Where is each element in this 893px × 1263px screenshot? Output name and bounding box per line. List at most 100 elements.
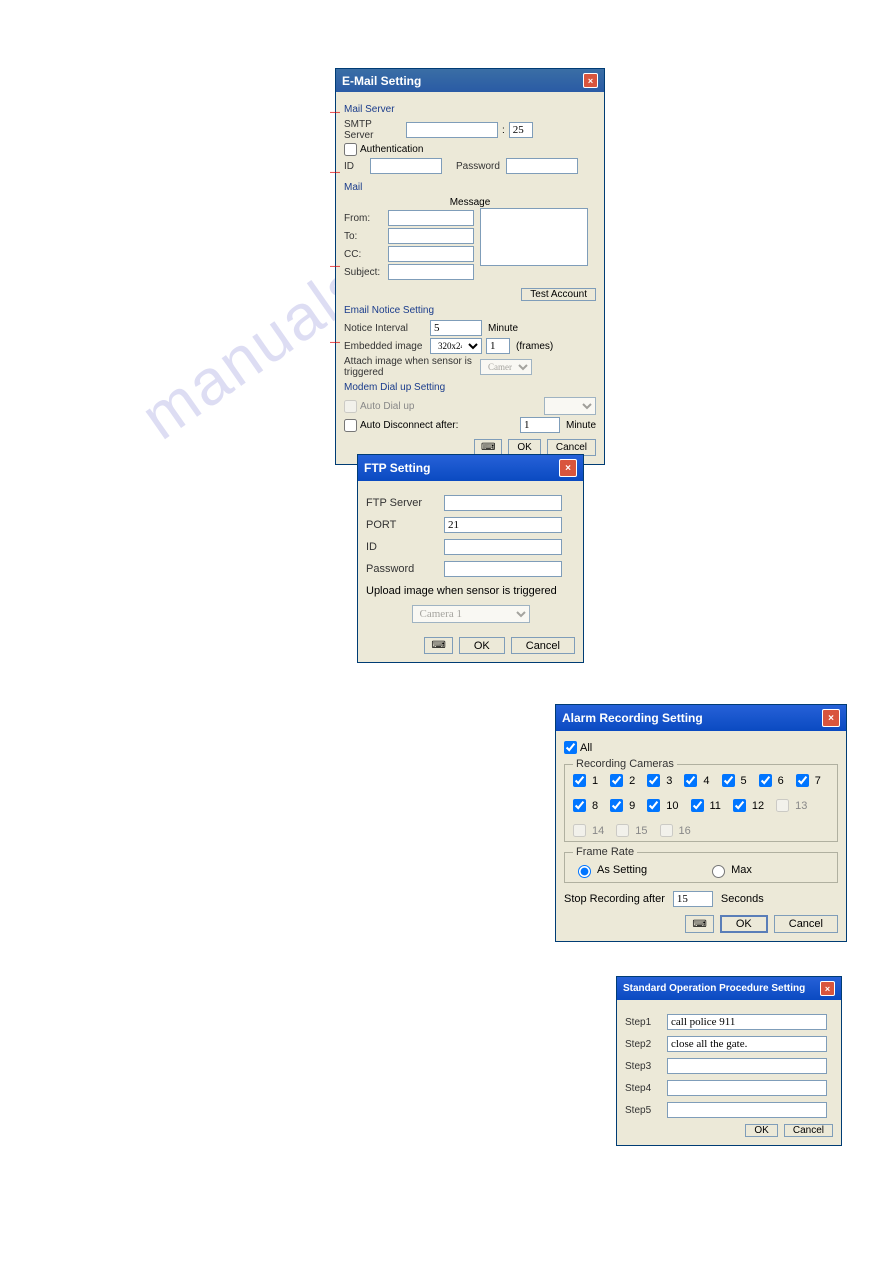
window-title: Standard Operation Procedure Setting [623, 983, 805, 994]
cam-2-checkbox[interactable] [610, 774, 623, 787]
step4-input[interactable] [667, 1080, 827, 1096]
to-label: To: [344, 231, 382, 242]
id-input[interactable] [370, 158, 442, 174]
titlebar: E-Mail Setting × [336, 69, 604, 92]
cancel-button[interactable]: Cancel [774, 915, 838, 933]
cam-9-checkbox[interactable] [610, 799, 623, 812]
cam-label: 2 [629, 775, 635, 787]
cam-label: 10 [666, 800, 678, 812]
step4-label: Step4 [625, 1083, 661, 1094]
step5-input[interactable] [667, 1102, 827, 1118]
cam-label: 16 [679, 825, 691, 837]
cam-5-checkbox[interactable] [722, 774, 735, 787]
embedded-image-select[interactable]: 320x240 [430, 338, 482, 354]
notice-interval-input[interactable] [430, 320, 482, 336]
cam-label: 4 [703, 775, 709, 787]
attach-image-label: Attach image when sensor is triggered [344, 356, 474, 378]
auth-checkbox[interactable] [344, 143, 357, 156]
cam-6-checkbox[interactable] [759, 774, 772, 787]
id-label: ID [366, 541, 438, 553]
auto-disc-label: Auto Disconnect after: [360, 420, 458, 431]
as-setting-radio[interactable] [578, 865, 591, 878]
upload-label: Upload image when sensor is triggered [366, 585, 575, 597]
close-icon[interactable]: × [583, 73, 598, 88]
password-label: Password [366, 563, 438, 575]
smtp-server-input[interactable] [406, 122, 498, 138]
cam-label: 15 [635, 825, 647, 837]
step5-label: Step5 [625, 1105, 661, 1116]
cam-label: 5 [741, 775, 747, 787]
cancel-button[interactable]: Cancel [784, 1124, 833, 1137]
from-input[interactable] [388, 210, 474, 226]
cam-label: 13 [795, 800, 807, 812]
cam-label: 14 [592, 825, 604, 837]
cam-label: 3 [666, 775, 672, 787]
all-checkbox[interactable] [564, 741, 577, 754]
cc-label: CC: [344, 249, 382, 260]
stop-recording-label: Stop Recording after [564, 893, 665, 905]
step2-label: Step2 [625, 1039, 661, 1050]
password-label: Password [456, 161, 500, 172]
from-label: From: [344, 213, 382, 224]
titlebar: FTP Setting × [358, 455, 583, 481]
cam-10-checkbox[interactable] [647, 799, 660, 812]
ok-button[interactable]: OK [745, 1124, 777, 1137]
titlebar: Alarm Recording Setting × [556, 705, 846, 731]
minute-label: Minute [488, 323, 518, 334]
alarm-recording-window: Alarm Recording Setting × All Recording … [555, 704, 847, 942]
frame-rate-group: Frame Rate As Setting Max [564, 846, 838, 883]
step1-input[interactable] [667, 1014, 827, 1030]
port-input[interactable] [444, 517, 562, 533]
recording-cameras-group: Recording Cameras 1 2 3 4 5 6 7 8 9 10 1… [564, 758, 838, 842]
ok-button[interactable]: OK [459, 637, 505, 654]
auto-dial-label: Auto Dial up [360, 401, 414, 412]
cam-11-checkbox[interactable] [691, 799, 704, 812]
close-icon[interactable]: × [822, 709, 840, 727]
cancel-button[interactable]: Cancel [511, 637, 575, 654]
cam-4-checkbox[interactable] [684, 774, 697, 787]
auto-disc-input[interactable] [520, 417, 560, 433]
password-input[interactable] [506, 158, 578, 174]
step2-input[interactable] [667, 1036, 827, 1052]
mail-server-heading: Mail Server [344, 104, 596, 115]
cam-1-checkbox[interactable] [573, 774, 586, 787]
frames-input[interactable] [486, 338, 510, 354]
close-icon[interactable]: × [820, 981, 835, 996]
camera-select: Camera 1 [412, 605, 530, 623]
keyboard-icon-button[interactable]: ⌨ [424, 637, 452, 654]
password-input[interactable] [444, 561, 562, 577]
smtp-server-label: SMTP Server [344, 119, 400, 141]
id-input[interactable] [444, 539, 562, 555]
frames-label: (frames) [516, 341, 553, 352]
cam-label: 11 [710, 800, 721, 812]
cam-16-checkbox [660, 824, 673, 837]
message-textarea[interactable] [480, 208, 588, 266]
message-label: Message [344, 197, 596, 208]
cc-input[interactable] [388, 246, 474, 262]
cam-7-checkbox[interactable] [796, 774, 809, 787]
subject-input[interactable] [388, 264, 474, 280]
smtp-port-input[interactable] [509, 122, 533, 138]
stop-recording-input[interactable] [673, 891, 713, 907]
window-title: E-Mail Setting [342, 74, 421, 88]
cam-3-checkbox[interactable] [647, 774, 660, 787]
cam-label: 7 [815, 775, 821, 787]
dial-select [544, 397, 596, 415]
cam-12-checkbox[interactable] [733, 799, 746, 812]
step3-label: Step3 [625, 1061, 661, 1072]
auth-label: Authentication [360, 144, 423, 155]
mail-heading: Mail [344, 182, 596, 193]
test-account-button[interactable]: Test Account [521, 288, 596, 301]
frame-rate-legend: Frame Rate [573, 846, 637, 858]
keyboard-icon-button[interactable]: ⌨ [685, 915, 713, 933]
auto-disc-checkbox[interactable] [344, 419, 357, 432]
ok-button[interactable]: OK [720, 915, 768, 933]
window-title: FTP Setting [364, 461, 430, 475]
to-input[interactable] [388, 228, 474, 244]
max-radio[interactable] [712, 865, 725, 878]
modem-heading: Modem Dial up Setting [344, 382, 596, 393]
cam-8-checkbox[interactable] [573, 799, 586, 812]
step3-input[interactable] [667, 1058, 827, 1074]
close-icon[interactable]: × [559, 459, 577, 477]
ftp-server-input[interactable] [444, 495, 562, 511]
